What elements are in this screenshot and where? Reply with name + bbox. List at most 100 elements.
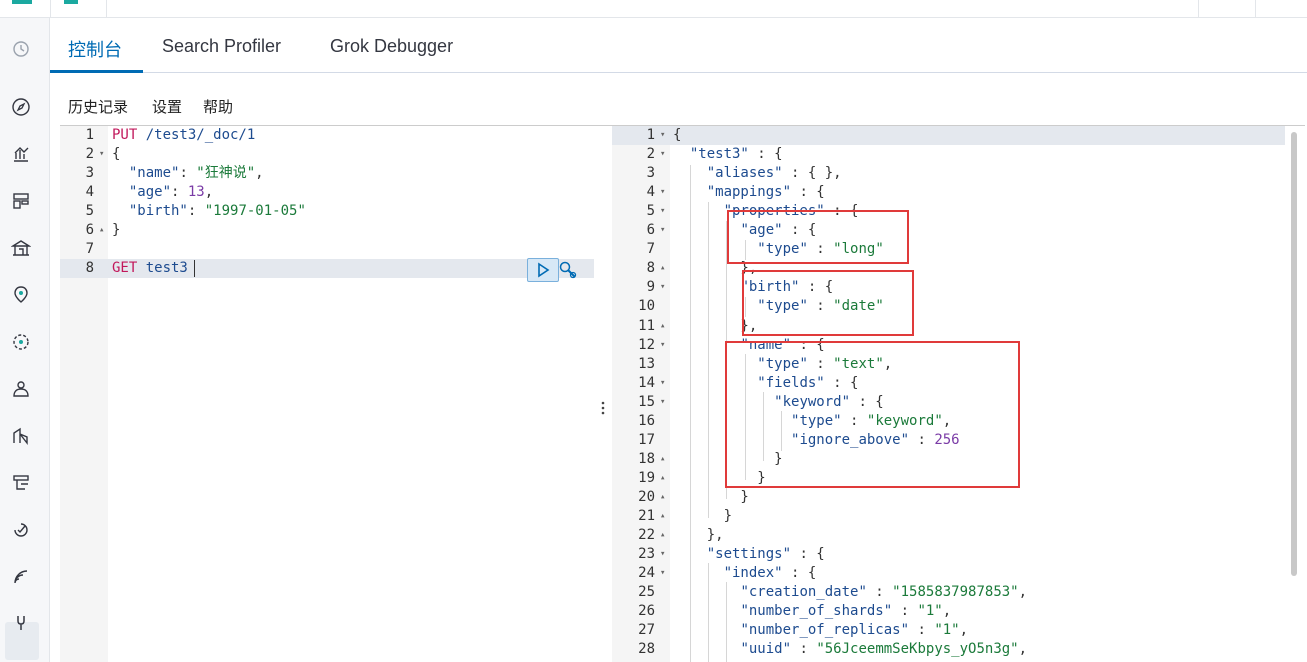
apm-icon[interactable] bbox=[10, 519, 32, 541]
kibana-logo-icon[interactable] bbox=[12, 0, 32, 4]
clock-icon[interactable] bbox=[10, 38, 32, 60]
code-token: , bbox=[1018, 641, 1028, 658]
request-line-number: 6 bbox=[85, 222, 94, 238]
fold-close-icon[interactable]: ▴ bbox=[660, 492, 665, 502]
highlight-box-age bbox=[727, 210, 909, 264]
response-code-line[interactable]: } bbox=[673, 507, 732, 526]
ml-icon[interactable] bbox=[10, 331, 32, 353]
response-code-line[interactable]: }, bbox=[673, 526, 724, 545]
request-code-line[interactable]: { bbox=[112, 145, 120, 164]
request-code-line[interactable]: GET test3 bbox=[112, 259, 188, 278]
response-code-line[interactable]: "test3" : { bbox=[673, 145, 783, 164]
request-code-line[interactable]: "age": 13, bbox=[112, 183, 213, 202]
code-token: } bbox=[673, 488, 749, 505]
code-token: "number_of_replicas" bbox=[740, 622, 910, 639]
top-bar bbox=[0, 0, 1307, 18]
code-token: "age" bbox=[128, 184, 172, 200]
dashboard-icon[interactable] bbox=[10, 190, 32, 212]
response-line-number: 12 bbox=[638, 336, 655, 353]
request-code-line[interactable]: } bbox=[112, 221, 120, 240]
response-line-number: 10 bbox=[638, 298, 655, 315]
wrench-icon[interactable] bbox=[558, 260, 578, 280]
compass-icon[interactable] bbox=[10, 96, 32, 118]
request-code-line[interactable]: PUT /test3/_doc/1 bbox=[112, 126, 255, 145]
response-code-line[interactable]: "mappings" : { bbox=[673, 183, 825, 202]
response-line-number: 5 bbox=[646, 203, 655, 220]
response-scrollbar[interactable] bbox=[1291, 132, 1297, 576]
settings-link[interactable]: 设置 bbox=[152, 96, 182, 117]
response-line-number: 20 bbox=[638, 488, 655, 505]
response-line-number: 15 bbox=[638, 393, 655, 410]
fold-close-icon[interactable]: ▴ bbox=[660, 530, 665, 540]
response-code-line[interactable]: "settings" : { bbox=[673, 545, 825, 564]
fold-open-icon[interactable]: ▾ bbox=[660, 206, 665, 216]
send-request-button[interactable] bbox=[527, 258, 559, 282]
canvas-icon[interactable] bbox=[10, 237, 32, 259]
fold-close-icon[interactable]: ▴ bbox=[660, 263, 665, 273]
fold-open-icon[interactable]: ▾ bbox=[660, 282, 665, 292]
active-tab-underline bbox=[50, 70, 143, 73]
response-line-number: 7 bbox=[646, 241, 655, 258]
fold-close-icon[interactable]: ▴ bbox=[660, 454, 665, 464]
code-token: : { bbox=[748, 146, 783, 163]
fold-open-icon[interactable]: ▾ bbox=[660, 340, 665, 350]
code-token: : bbox=[892, 603, 918, 620]
code-token: : bbox=[179, 165, 197, 181]
fold-open-icon[interactable]: ▾ bbox=[660, 568, 665, 578]
code-token: "number_of_shards" bbox=[740, 603, 893, 620]
response-line-number: 22 bbox=[638, 527, 655, 544]
pane-resize-handle[interactable] bbox=[599, 400, 607, 416]
response-code-line[interactable]: "number_of_shards" : "1", bbox=[673, 602, 951, 621]
indent-guide bbox=[690, 165, 691, 662]
code-token: } bbox=[673, 508, 733, 524]
metrics-icon[interactable] bbox=[10, 378, 32, 400]
fold-close-icon[interactable]: ▴ bbox=[660, 511, 665, 521]
menu-toggle-icon[interactable] bbox=[64, 0, 78, 4]
tab-console[interactable]: 控制台 bbox=[68, 36, 122, 62]
visualize-icon[interactable] bbox=[10, 143, 32, 165]
response-code-line[interactable]: "number_of_replicas" : "1", bbox=[673, 621, 968, 640]
history-link[interactable]: 历史记录 bbox=[68, 96, 128, 117]
code-token: 13 bbox=[187, 184, 205, 200]
response-line-number: 25 bbox=[638, 584, 655, 601]
maps-icon[interactable] bbox=[10, 284, 32, 306]
devtools-icon[interactable] bbox=[10, 612, 32, 634]
help-link[interactable]: 帮助 bbox=[203, 96, 233, 117]
response-code-line[interactable]: "index" : { bbox=[673, 564, 817, 583]
tab-grok-debugger[interactable]: Grok Debugger bbox=[330, 36, 453, 57]
fold-open-icon[interactable]: ▾ bbox=[660, 149, 665, 159]
logs-icon[interactable] bbox=[10, 425, 32, 447]
code-token: "56JceemmSeKbpys_yO5n3g" bbox=[816, 641, 1019, 658]
fold-close-icon[interactable]: ▴ bbox=[660, 473, 665, 483]
fold-open-icon[interactable]: ▾ bbox=[660, 549, 665, 559]
fold-open-icon[interactable]: ▾ bbox=[660, 225, 665, 235]
uptime-icon[interactable] bbox=[10, 472, 32, 494]
fold-open-icon[interactable]: ▾ bbox=[660, 378, 665, 388]
response-code-line[interactable]: { bbox=[673, 126, 681, 145]
tab-search-profiler[interactable]: Search Profiler bbox=[162, 36, 281, 57]
code-token: "1" bbox=[917, 603, 943, 620]
request-code-line[interactable]: "name": "狂神说", bbox=[112, 164, 264, 183]
fold-open-icon[interactable]: ▾ bbox=[660, 187, 665, 197]
request-line-number: 4 bbox=[85, 184, 94, 200]
siem-icon[interactable] bbox=[10, 566, 32, 588]
fold-close-icon[interactable]: ▴ bbox=[660, 321, 665, 331]
top-bar-divider bbox=[106, 0, 107, 17]
request-code-line[interactable]: "birth": "1997-01-05" bbox=[112, 202, 306, 221]
fold-open-icon[interactable]: ▾ bbox=[660, 130, 665, 140]
response-line-number: 18 bbox=[638, 450, 655, 467]
fold-close-icon[interactable]: ▴ bbox=[99, 225, 104, 235]
code-token: { bbox=[673, 127, 682, 143]
fold-open-icon[interactable]: ▾ bbox=[99, 149, 104, 159]
response-line-number: 27 bbox=[638, 622, 655, 639]
code-token: : bbox=[187, 203, 205, 219]
fold-open-icon[interactable]: ▾ bbox=[660, 397, 665, 407]
response-code-line[interactable]: } bbox=[673, 488, 749, 507]
response-code-line[interactable]: "aliases" : { }, bbox=[673, 164, 842, 183]
